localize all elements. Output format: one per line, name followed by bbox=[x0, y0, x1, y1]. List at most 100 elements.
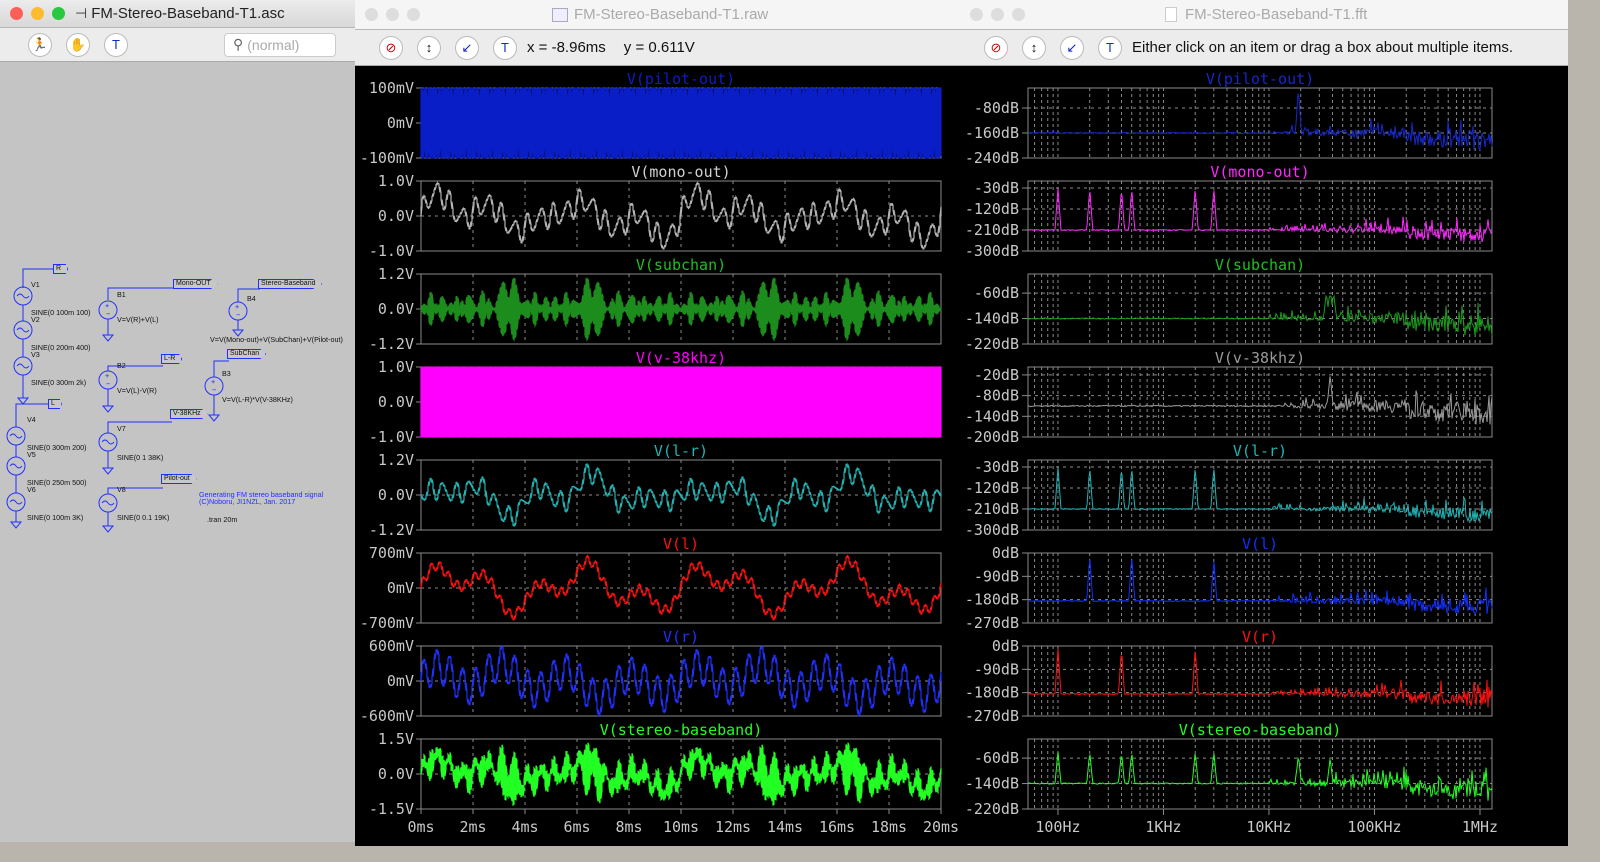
plot-frame bbox=[1027, 87, 1493, 159]
b2-ref[interactable]: B2 bbox=[117, 361, 126, 370]
fft-trace bbox=[1027, 752, 1493, 801]
fft-trace bbox=[1027, 376, 1493, 425]
svg-text:−: − bbox=[106, 310, 110, 318]
net-label-l[interactable]: L bbox=[48, 399, 62, 409]
x-tick-label: 12ms bbox=[715, 818, 751, 836]
y-tick-label: -30dB bbox=[974, 458, 1019, 476]
y-tick-label: 0.0V bbox=[378, 300, 414, 318]
v3-value[interactable]: SINE(0 300m 2k) bbox=[31, 378, 86, 387]
b4-ref[interactable]: B4 bbox=[247, 294, 256, 303]
y-tick-label: -120dB bbox=[965, 200, 1019, 218]
y-tick-label: 0.0V bbox=[378, 486, 414, 504]
x-tick-label: 16ms bbox=[819, 818, 855, 836]
b4-value[interactable]: V=V(Mono-out)+V(SubChan)+V(Pilot-out) bbox=[210, 335, 343, 344]
x-tick-label: 18ms bbox=[871, 818, 907, 836]
y-tick-label: 1.2V bbox=[378, 451, 414, 469]
v8-value[interactable]: SINE(0 0.1 19K) bbox=[117, 513, 169, 522]
v8-ref[interactable]: V8 bbox=[117, 485, 126, 494]
y-tick-label: -30dB bbox=[974, 179, 1019, 197]
y-tick-label: -20dB bbox=[974, 366, 1019, 384]
v7-ref[interactable]: V7 bbox=[117, 424, 126, 433]
y-tick-label: -300dB bbox=[965, 242, 1019, 260]
fft-plot[interactable]: V(pilot-out) -80dB -160dB -240dB V(mono-out)… bbox=[960, 0, 1568, 846]
y-tick-label: 0mV bbox=[387, 672, 414, 690]
svg-text:+: + bbox=[105, 302, 109, 310]
v4-ref[interactable]: V4 bbox=[27, 415, 36, 424]
trace-label: V(l) bbox=[1242, 535, 1278, 553]
fft-trace bbox=[1027, 188, 1493, 243]
trace-label: V(subchan) bbox=[1215, 256, 1305, 274]
y-tick-label: -140dB bbox=[965, 310, 1019, 328]
v2-value[interactable]: SINE(0 200m 400) bbox=[31, 343, 91, 352]
y-tick-label: -90dB bbox=[974, 567, 1019, 585]
net-label-mono-out[interactable]: Mono-OUT bbox=[173, 279, 218, 289]
net-label-r[interactable]: R bbox=[53, 264, 69, 274]
y-tick-label: -1.0V bbox=[369, 242, 414, 260]
y-tick-label: -120dB bbox=[965, 479, 1019, 497]
trace-label: V(v-38khz) bbox=[636, 349, 726, 367]
svg-text:−: − bbox=[106, 380, 110, 388]
waveform-window: FM-Stereo-Baseband-T1.raw ⊘ ↕ ↙ T x = -8… bbox=[355, 0, 961, 846]
y-tick-label: -300dB bbox=[965, 521, 1019, 539]
y-tick-label: 1.2V bbox=[378, 265, 414, 283]
v4-value[interactable]: SINE(0 300m 200) bbox=[27, 443, 87, 452]
v3-ref[interactable]: V3 bbox=[31, 350, 40, 359]
b1-value[interactable]: V=V(R)+V(L) bbox=[117, 315, 159, 324]
x-tick-label: 1MHz bbox=[1462, 818, 1498, 836]
trace-label: V(stereo-baseband) bbox=[1179, 721, 1342, 739]
y-tick-label: -220dB bbox=[965, 335, 1019, 353]
b3-ref[interactable]: B3 bbox=[222, 369, 231, 378]
trace-label: V(pilot-out) bbox=[1206, 70, 1314, 88]
transient-plot[interactable]: V(pilot-out) 100mV 0mV -100mV V(mono-out) 1.0… bbox=[355, 0, 961, 846]
net-label-pilot-out[interactable]: Pilot-out bbox=[161, 474, 197, 484]
y-tick-label: -200dB bbox=[965, 428, 1019, 446]
y-tick-label: -240dB bbox=[965, 149, 1019, 167]
v2-ref[interactable]: V2 bbox=[31, 315, 40, 324]
x-tick-label: 0ms bbox=[407, 818, 434, 836]
v5-value[interactable]: SINE(0 250m 500) bbox=[27, 478, 87, 487]
fft-window: FM-Stereo-Baseband-T1.fft ⊘ ↕ ↙ T Either… bbox=[960, 0, 1568, 846]
y-tick-label: -180dB bbox=[965, 684, 1019, 702]
trace-label: V(stereo-baseband) bbox=[600, 721, 763, 739]
fft-trace bbox=[1027, 93, 1493, 151]
y-tick-label: 0.0V bbox=[378, 765, 414, 783]
trace-carrier bbox=[420, 365, 942, 439]
y-tick-label: 600mV bbox=[369, 637, 414, 655]
v5-ref[interactable]: V5 bbox=[27, 450, 36, 459]
y-tick-label: -600mV bbox=[360, 707, 414, 725]
y-tick-label: -700mV bbox=[360, 614, 414, 632]
y-tick-label: -270dB bbox=[965, 707, 1019, 725]
net-label-stereo-baseband[interactable]: Stereo-Baseband bbox=[258, 279, 323, 289]
x-tick-label: 4ms bbox=[511, 818, 538, 836]
v6-ref[interactable]: V6 bbox=[27, 485, 36, 494]
plot-frame bbox=[1027, 645, 1493, 717]
b3-value[interactable]: V=V(L-R)*V(V-38KHz) bbox=[222, 395, 293, 404]
v1-ref[interactable]: V1 bbox=[31, 280, 40, 289]
y-tick-label: -80dB bbox=[974, 99, 1019, 117]
net-label-l-r[interactable]: L-R bbox=[161, 354, 183, 364]
trace-label: V(l-r) bbox=[654, 442, 708, 460]
b2-value[interactable]: V=V(L)-V(R) bbox=[117, 386, 157, 395]
v6-value[interactable]: SINE(0 100m 3K) bbox=[27, 513, 83, 522]
net-label-v-38khz[interactable]: V-38KHz bbox=[170, 409, 208, 419]
y-tick-label: 0dB bbox=[992, 544, 1019, 562]
tran-directive[interactable]: .tran 20m bbox=[207, 515, 237, 524]
y-tick-label: 1.0V bbox=[378, 358, 414, 376]
y-tick-label: -60dB bbox=[974, 284, 1019, 302]
v1-value[interactable]: SINE(0 100m 100) bbox=[31, 308, 91, 317]
x-tick-label: 100Hz bbox=[1035, 818, 1080, 836]
plot-frame bbox=[1027, 552, 1493, 624]
plot-frame bbox=[1027, 738, 1493, 810]
y-tick-label: -1.0V bbox=[369, 428, 414, 446]
fft-trace bbox=[1028, 467, 1493, 523]
x-tick-label: 8ms bbox=[615, 818, 642, 836]
trace-label: V(mono-out) bbox=[1210, 163, 1309, 181]
comment-line-2[interactable]: (C)Noboru, JI1NZL, Jan. 2017 bbox=[199, 497, 295, 506]
svg-text:+: + bbox=[211, 378, 215, 386]
net-label-subchan[interactable]: SubChan bbox=[227, 349, 267, 359]
y-tick-label: 0mV bbox=[387, 579, 414, 597]
v7-value[interactable]: SINE(0 1 38K) bbox=[117, 453, 163, 462]
b1-ref[interactable]: B1 bbox=[117, 290, 126, 299]
y-tick-label: 1.5V bbox=[378, 730, 414, 748]
y-tick-label: -1.2V bbox=[369, 335, 414, 353]
